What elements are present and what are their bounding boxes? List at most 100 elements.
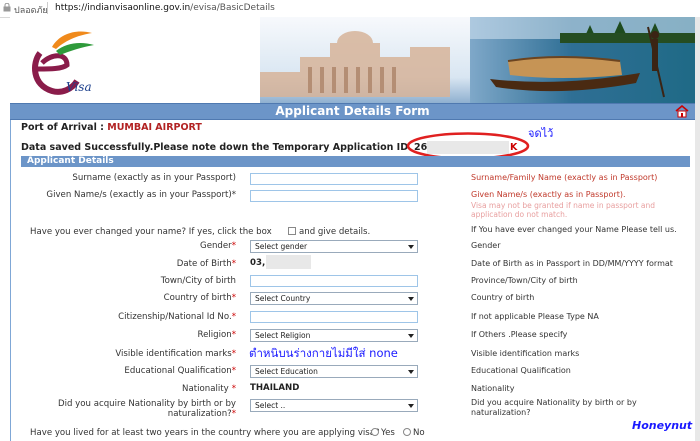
banner: Visa [10, 17, 695, 103]
url-path: /evisa/BasicDetails [190, 3, 275, 13]
religion-required-star: * [231, 330, 236, 340]
education-help: Educational Qualification [471, 366, 571, 375]
banner-photo [260, 17, 695, 103]
note-id-annotation: จดไว้ [528, 127, 554, 140]
nationality-label: Nationality * [182, 384, 236, 394]
form-title-bar: Applicant Details Form [10, 103, 695, 120]
lived-yes-radio[interactable] [371, 428, 379, 436]
lived-no-label: No [413, 428, 425, 438]
national-id-label-text: Citizenship/National Id No. [118, 312, 232, 322]
dob-label-text: Date of Birth [176, 259, 232, 269]
country-select-value: Select Country [255, 294, 311, 303]
nationality-value: THAILAND [250, 383, 300, 393]
town-label: Town/City of birth [160, 276, 236, 286]
town-help: Province/Town/City of birth [471, 276, 578, 285]
religion-label-text: Religion [197, 330, 232, 340]
given-name-warning-1: Visa may not be granted if name in passp… [471, 201, 656, 210]
acquire-select[interactable]: Select .. [250, 399, 418, 412]
url-text[interactable]: https://indianvisaonline.gov.in/evisa/Ba… [55, 3, 275, 13]
address-bar[interactable]: ปลอดภัย https://indianvisaonline.gov.in/… [0, 0, 700, 18]
gender-help: Gender [471, 241, 501, 250]
port-value: MUMBAI AIRPORT [107, 122, 202, 133]
surname-input[interactable] [250, 173, 418, 185]
surname-help: Surname/Family Name (exactly as in Passp… [471, 173, 658, 182]
country-help: Country of birth [471, 293, 535, 302]
saved-message: Data saved Successfully.Please note down… [21, 142, 409, 153]
watermark: Honeynut [632, 419, 693, 432]
given-name-help: Given Name/s (exactly as in Passport). [471, 190, 626, 199]
nationality-label-text: Nationality [182, 384, 229, 394]
gender-required-star: * [231, 241, 236, 251]
nationality-help: Nationality [471, 384, 515, 393]
national-id-help: If not applicable Please Type NA [471, 312, 599, 321]
country-required-star: * [231, 293, 236, 303]
lived-label: Have you lived for at least two years in… [30, 428, 380, 438]
section-title: Applicant Details [27, 156, 114, 166]
gender-label-text: Gender [200, 241, 232, 251]
acquire-select-value: Select .. [255, 401, 286, 410]
country-label: Country of birth* [164, 293, 236, 303]
gender-select-value: Select gender [255, 242, 308, 251]
port-label: Port of Arrival : [21, 122, 104, 133]
religion-select-value: Select Religion [255, 331, 311, 340]
scrollbar[interactable] [695, 17, 700, 441]
religion-select[interactable]: Select Religion [250, 329, 418, 342]
name-changed-help: If You have ever changed your Name Pleas… [471, 225, 677, 234]
acquire-help-1: Did you acquire Nationality by birth or … [471, 398, 637, 407]
evisa-logo-text: Visa [66, 80, 92, 94]
country-label-text: Country of birth [163, 293, 232, 303]
lived-yes-label: Yes [381, 428, 395, 438]
marks-annotation: ตำหนิบนร่างกายไม่มีใส่ none [249, 346, 398, 360]
chevron-down-icon [408, 297, 414, 301]
dob-redacted [266, 255, 311, 269]
gender-label: Gender* [200, 241, 236, 251]
name-changed-label: Have you ever changed your name? If yes,… [30, 227, 272, 237]
section-header: Applicant Details [21, 156, 690, 167]
lived-no-radio[interactable] [403, 428, 411, 436]
given-name-warning-2: application do not match. [471, 210, 568, 219]
chevron-down-icon [408, 334, 414, 338]
lock-icon [3, 3, 11, 12]
marks-label-text: Visible identification marks [115, 349, 232, 359]
home-icon[interactable] [675, 105, 689, 118]
evisa-logo: Visa [32, 31, 94, 95]
port-of-arrival: Port of Arrival : MUMBAI AIRPORT [21, 122, 202, 133]
chevron-down-icon [408, 370, 414, 374]
surname-label: Surname (exactly as in your Passport) [72, 173, 236, 183]
dob-required-star: * [231, 259, 236, 269]
education-select-value: Select Education [255, 367, 318, 376]
given-name-input[interactable] [250, 190, 418, 202]
name-changed-label-b: and give details. [299, 227, 371, 237]
education-select[interactable]: Select Education [250, 365, 418, 378]
chevron-down-icon [408, 245, 414, 249]
dob-help: Date of Birth as in Passport in DD/MM/YY… [471, 259, 673, 268]
acquire-help-2: naturalization? [471, 408, 531, 417]
marks-help: Visible identification marks [471, 349, 580, 358]
town-input[interactable] [250, 275, 418, 287]
national-id-input[interactable] [250, 311, 418, 323]
education-label-text: Educational Qualification [124, 366, 232, 376]
secure-label: ปลอดภัย [14, 6, 48, 16]
marks-label: Visible identification marks* [115, 349, 236, 359]
nationality-required-star: * [231, 384, 236, 394]
acquire-required-star: * [231, 409, 236, 419]
education-required-star: * [231, 366, 236, 376]
religion-help: If Others .Please specify [471, 330, 568, 339]
national-id-required-star: * [231, 312, 236, 322]
acquire-label-2-text: naturalization? [167, 409, 232, 419]
education-label: Educational Qualification* [124, 366, 236, 376]
dob-label: Date of Birth* [177, 259, 236, 269]
national-id-label: Citizenship/National Id No.* [118, 312, 236, 322]
page-title: Applicant Details Form [275, 104, 430, 118]
marks-required-star: * [231, 349, 236, 359]
name-changed-checkbox[interactable] [288, 227, 296, 235]
country-select[interactable]: Select Country [250, 292, 418, 305]
gender-select[interactable]: Select gender [250, 240, 418, 253]
chevron-down-icon [408, 404, 414, 408]
acquire-label-2: naturalization?* [168, 409, 236, 419]
address-divider [47, 2, 48, 14]
religion-label: Religion* [198, 330, 237, 340]
dob-value: 03, [250, 258, 266, 268]
url-host: https://indianvisaonline.gov.in [55, 3, 191, 13]
given-name-label: Given Name/s (exactly as in your Passpor… [46, 190, 236, 200]
